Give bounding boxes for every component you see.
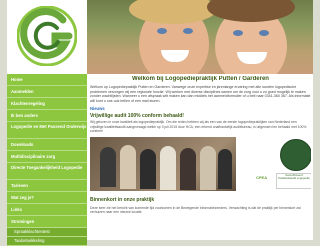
person bbox=[100, 146, 116, 187]
sidebar-item-multidisciplinaire-zorg[interactable]: Multidisciplinaire zorg bbox=[7, 151, 87, 163]
header-photo bbox=[87, 0, 313, 74]
sidebar-item-aanmelden[interactable]: Aanmelden bbox=[7, 86, 87, 98]
sidebar-item-home[interactable]: Home bbox=[7, 74, 87, 86]
eye bbox=[259, 30, 269, 36]
sidebar-item-tarieven[interactable]: Tarieven bbox=[7, 180, 87, 192]
cpea-label: CPEA bbox=[256, 174, 268, 180]
sidebar-item-ik-ben-anders[interactable]: Ik ben anders bbox=[7, 110, 87, 122]
sidebar-item-downloads[interactable]: Downloads bbox=[7, 139, 87, 151]
header bbox=[7, 0, 313, 74]
sidebar-item-wat-zeg-je[interactable]: Wat zeg je? bbox=[7, 192, 87, 204]
sidebar-item-klachtenregeling[interactable]: Klachtenregeling bbox=[7, 98, 87, 110]
logo-area[interactable] bbox=[7, 0, 87, 74]
sidebar-nav: Home Aanmelden Klachtenregeling Ik ben a… bbox=[7, 74, 87, 246]
intro-text: Welkom op Logopediepraktijk Putten en Ga… bbox=[90, 85, 311, 103]
section-heading: Binnenkort in onze praktijk bbox=[90, 196, 155, 203]
team-photo bbox=[90, 136, 236, 191]
child-hair-left bbox=[129, 0, 217, 24]
page: Home Aanmelden Klachtenregeling Ik ben a… bbox=[7, 0, 313, 246]
certification-area: CPEA Gecertificeerd Kwaliteitsaudit Logo… bbox=[240, 136, 311, 191]
person bbox=[120, 144, 136, 189]
certificate-badge: Gecertificeerd Kwaliteitsaudit Logopedie bbox=[276, 172, 311, 189]
person bbox=[140, 148, 156, 189]
audit-row: CPEA Gecertificeerd Kwaliteitsaudit Logo… bbox=[90, 136, 311, 191]
person bbox=[218, 148, 232, 189]
eye bbox=[233, 30, 243, 36]
page-title: Welkom bij Logopediepraktijk Putten / Ga… bbox=[132, 76, 269, 82]
sidebar-item-stromingen[interactable]: Stromingen bbox=[7, 216, 87, 228]
child-hair-right bbox=[207, 0, 295, 22]
person bbox=[160, 145, 176, 190]
sidebar-item-passend-onderwijs[interactable]: Logopedie en Met Passend Onderwijs bbox=[7, 122, 87, 139]
sidebar-item-links[interactable]: Links bbox=[7, 204, 87, 216]
seal-icon bbox=[280, 138, 311, 171]
audit-heading: Vrijwillige audit 100% conform behaald! bbox=[90, 113, 184, 120]
sidebar-subitem-spraakklachtentest[interactable]: Spraakklachtentest bbox=[7, 228, 87, 237]
eye bbox=[157, 28, 167, 34]
person bbox=[200, 145, 216, 190]
section-text: Deze keer zie het bericht van komende ti… bbox=[90, 205, 301, 214]
eye bbox=[183, 28, 193, 34]
sidebar-subitem-taalontwikkeling[interactable]: Taalontwikkeling bbox=[7, 237, 87, 246]
logo-icon bbox=[17, 6, 77, 66]
main-content: Welkom bij Logopediepraktijk Putten / Ga… bbox=[90, 76, 311, 240]
audit-text: Wij geloven in onze kwaliteit als logope… bbox=[90, 120, 307, 134]
person bbox=[180, 147, 196, 190]
sidebar-item-directe-toegankelijkheid[interactable]: Directe Toegankelijkheid Logopedie bbox=[7, 163, 87, 180]
news-link[interactable]: Nieuws bbox=[90, 106, 311, 111]
